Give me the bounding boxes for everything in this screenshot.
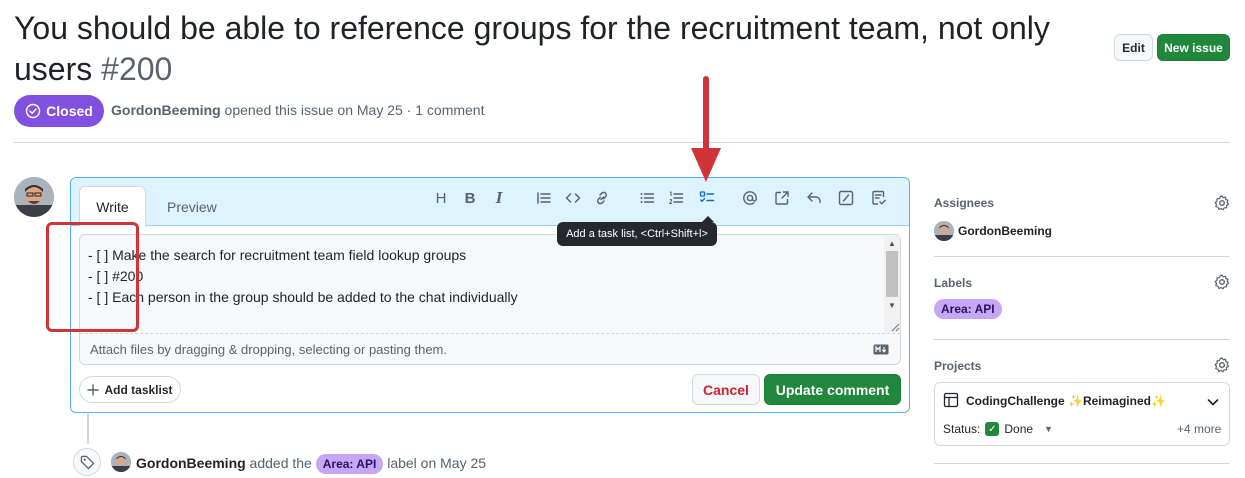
checklist-icon — [872, 190, 886, 205]
annotation-arrow-icon — [691, 76, 721, 182]
mention-icon — [743, 191, 757, 205]
sidebar-divider — [934, 256, 1230, 257]
bold-icon: B — [464, 189, 476, 207]
unordered-list-button[interactable] — [636, 187, 658, 209]
status-badge: Closed — [14, 95, 104, 127]
projects-heading[interactable]: Projects — [934, 359, 981, 373]
task-list-tooltip: Add a task list, <Ctrl+Shift+l> — [557, 216, 717, 246]
event-actor-avatar[interactable] — [111, 452, 131, 472]
task-list-button[interactable] — [696, 187, 718, 209]
author-link[interactable]: GordonBeeming — [111, 102, 221, 118]
task-line-2: - [ ] #200 — [88, 268, 144, 284]
plus-icon — [87, 383, 100, 396]
issue-meta-text: opened this issue on May 25 · 1 comment — [220, 102, 485, 118]
slash-icon — [838, 190, 854, 206]
slash-command-button[interactable] — [835, 187, 857, 209]
event-label[interactable]: Area: API — [315, 454, 384, 474]
ordered-list-button[interactable] — [665, 187, 687, 209]
avatar[interactable] — [14, 177, 54, 217]
issue-number: #200 — [101, 51, 173, 87]
add-tasklist-button[interactable]: Add tasklist — [79, 376, 181, 403]
project-name[interactable]: CodingChallenge ✨Reimagined✨ — [966, 394, 1166, 408]
event-actor[interactable]: GordonBeeming — [136, 455, 246, 471]
labels-heading[interactable]: Labels — [934, 276, 972, 290]
assignees-heading[interactable]: Assignees — [934, 196, 994, 210]
chevron-down-icon[interactable] — [1206, 395, 1220, 409]
edit-button[interactable]: Edit — [1114, 34, 1153, 61]
project-card — [934, 382, 1230, 446]
more-projects-link[interactable]: +4 more — [1177, 422, 1221, 436]
scroll-thumb[interactable] — [886, 251, 898, 297]
checklist-button[interactable] — [868, 187, 890, 209]
task-line-1: - [ ] Make the search for recruitment te… — [88, 247, 467, 263]
project-status-label: Status: — [943, 422, 981, 436]
quote-icon — [537, 192, 551, 204]
project-status[interactable]: Status: ✓ Done ▼ — [943, 422, 1053, 436]
label-event-text: GordonBeeming added the Area: API label … — [136, 454, 486, 474]
cross-reference-icon — [775, 191, 789, 205]
link-icon — [597, 191, 607, 205]
status-caret-icon[interactable]: ▼ — [1044, 424, 1053, 434]
issue-meta: GordonBeeming opened this issue on May 2… — [111, 102, 484, 118]
table-icon — [943, 392, 959, 408]
bold-button[interactable]: B — [459, 187, 481, 209]
closed-check-icon — [25, 103, 41, 119]
mention-button[interactable] — [739, 187, 761, 209]
reply-icon — [807, 192, 821, 204]
code-icon — [565, 193, 581, 203]
code-button[interactable] — [562, 187, 584, 209]
issue-title: You should be able to reference groups f… — [14, 8, 1094, 90]
cancel-button[interactable]: Cancel — [692, 374, 760, 405]
markdown-icon[interactable] — [873, 344, 889, 355]
sidebar-divider — [934, 463, 1230, 464]
saved-reply-button[interactable] — [803, 187, 825, 209]
heading-button[interactable]: H — [430, 187, 452, 209]
header-divider — [14, 142, 1230, 143]
update-comment-button[interactable]: Update comment — [764, 374, 901, 405]
sidebar-label-pill[interactable]: Area: API — [934, 299, 1002, 319]
ordered-list-icon — [668, 191, 684, 204]
tag-icon — [80, 455, 94, 469]
tab-write[interactable]: Write — [79, 186, 146, 227]
link-button[interactable] — [591, 187, 613, 209]
sidebar-divider — [934, 339, 1230, 340]
label-badge-container: Area: API — [934, 299, 1002, 319]
add-tasklist-label: Add tasklist — [104, 382, 173, 397]
done-check-icon: ✓ — [985, 422, 1000, 436]
italic-button[interactable]: I — [488, 187, 510, 209]
labels-gear-icon[interactable] — [1214, 274, 1230, 290]
attach-divider — [80, 333, 900, 334]
attach-files-hint[interactable]: Attach files by dragging & dropping, sel… — [90, 342, 447, 357]
event-added-text: added the — [245, 455, 316, 471]
annotation-highlight-box — [46, 222, 139, 332]
scroll-down-icon[interactable]: ▼ — [888, 301, 896, 310]
resize-handle-icon[interactable] — [890, 322, 900, 332]
tab-preview[interactable]: Preview — [167, 199, 217, 215]
italic-icon: I — [495, 188, 503, 207]
heading-icon: H — [435, 189, 447, 207]
assignees-gear-icon[interactable] — [1214, 195, 1230, 211]
unordered-list-icon — [640, 193, 655, 203]
task-line-3: - [ ] Each person in the group should be… — [88, 289, 518, 305]
scroll-up-icon[interactable]: ▲ — [888, 239, 896, 248]
assignee-name[interactable]: GordonBeeming — [958, 224, 1052, 238]
project-status-value: Done — [1004, 422, 1034, 436]
event-date-text: label on May 25 — [383, 455, 487, 471]
comment-text[interactable]: - [ ] Make the search for recruitment te… — [80, 235, 886, 333]
status-label: Closed — [46, 103, 93, 119]
reference-button[interactable] — [771, 187, 793, 209]
projects-gear-icon[interactable] — [1214, 357, 1230, 373]
new-issue-button[interactable]: New issue — [1157, 34, 1230, 61]
assignee-avatar[interactable] — [934, 221, 954, 241]
timeline-line — [87, 414, 89, 444]
quote-button[interactable] — [533, 187, 555, 209]
label-event-badge — [73, 448, 101, 476]
task-list-icon — [699, 191, 715, 202]
